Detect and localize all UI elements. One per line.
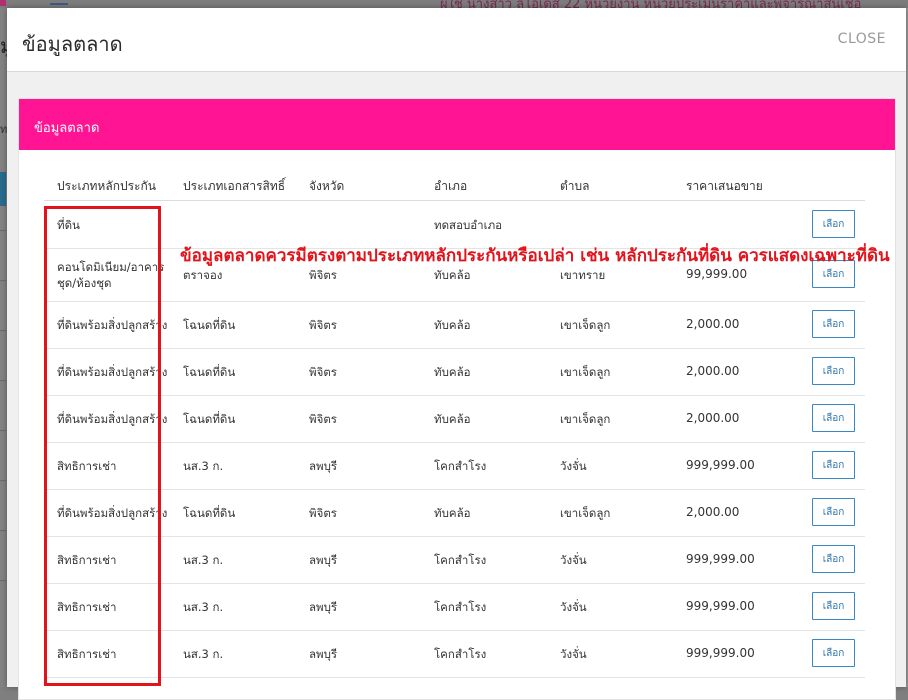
cell-subdistrict: เขาทราย xyxy=(560,268,606,282)
cell-offer-price: 2,000.00 xyxy=(686,364,740,378)
background-divider xyxy=(0,430,6,431)
cell-document-type: โฉนดที่ดิน xyxy=(183,506,236,520)
cell-district: ทดสอบอำเภอ xyxy=(434,218,503,232)
select-button[interactable]: เลือก xyxy=(812,639,855,667)
cell-offer-price: 999,999.00 xyxy=(686,458,755,472)
cell-document-type: นส.3 ก. xyxy=(183,600,224,614)
select-button[interactable]: เลือก xyxy=(812,592,855,620)
table-row: สิทธิการเช่า นส.3 ก. ลพบุรี โคกสำโรง วังจั่น… xyxy=(44,536,865,584)
card-header: ข้อมูลตลาด xyxy=(19,99,895,150)
table-row: สิทธิการเช่า นส.3 ก. ลพบุรี โคกสำโรง วังจั่น… xyxy=(44,630,865,678)
cell-offer-price: 2,000.00 xyxy=(686,411,740,425)
annotation-highlight-box xyxy=(44,206,161,686)
table-row: สิทธิการเช่า นส.3 ก. ลพบุรี โคกสำโรง วังจั่น… xyxy=(44,442,865,490)
column-header-province: จังหวัด xyxy=(309,179,345,193)
cell-province: พิจิตร xyxy=(309,365,337,379)
cell-document-type: นส.3 ก. xyxy=(183,553,224,567)
cell-province: พิจิตร xyxy=(309,506,337,520)
background-divider xyxy=(0,530,6,531)
table-row: ที่ดินพร้อมสิ่งปลูกสร้าง โฉนดที่ดิน พิจิตร… xyxy=(44,395,865,443)
table-row: ที่ดินพร้อมสิ่งปลูกสร้าง โฉนดที่ดิน พิจิตร… xyxy=(44,301,865,349)
cell-subdistrict: เขาเจ็ดลูก xyxy=(560,365,611,379)
background-divider xyxy=(0,480,6,481)
modal-header: ข้อมูลตลาด CLOSE xyxy=(7,8,906,72)
cell-district: โคกสำโรง xyxy=(434,553,487,567)
cell-subdistrict: วังจั่น xyxy=(560,553,587,567)
cell-subdistrict: เขาเจ็ดลูก xyxy=(560,506,611,520)
cell-document-type: โฉนดที่ดิน xyxy=(183,365,236,379)
cell-document-type: โฉนดที่ดิน xyxy=(183,318,236,332)
table-row: ที่ดินพร้อมสิ่งปลูกสร้าง โฉนดที่ดิน พิจิตร… xyxy=(44,348,865,396)
background-blue-bar xyxy=(0,172,6,206)
close-button[interactable]: CLOSE xyxy=(838,31,886,47)
select-button[interactable]: เลือก xyxy=(812,357,855,385)
cell-province: ลพบุรี xyxy=(309,647,338,661)
column-header-district: อำเภอ xyxy=(434,179,468,193)
cell-district: ทับคล้อ xyxy=(434,412,471,426)
select-button[interactable]: เลือก xyxy=(812,210,855,238)
select-button[interactable]: เลือก xyxy=(812,498,855,526)
cell-offer-price: 999,999.00 xyxy=(686,552,755,566)
select-button[interactable]: เลือก xyxy=(812,545,855,573)
cell-province: พิจิตร xyxy=(309,412,337,426)
annotation-text: ข้อมูลตลาดควรมีตรงตามประเภทหลักประกันหรื… xyxy=(180,246,890,266)
select-button[interactable]: เลือก xyxy=(812,404,855,432)
hamburger-menu-icon xyxy=(50,0,68,8)
cell-district: ทับคล้อ xyxy=(434,506,471,520)
cell-province: พิจิตร xyxy=(309,268,337,282)
cell-province: ลพบุรี xyxy=(309,553,338,567)
cell-offer-price: 999,999.00 xyxy=(686,599,755,613)
select-button[interactable]: เลือก xyxy=(812,310,855,338)
cell-province: ลพบุรี xyxy=(309,459,338,473)
cell-subdistrict: เขาเจ็ดลูก xyxy=(560,412,611,426)
cell-offer-price: 999,999.00 xyxy=(686,646,755,660)
cell-district: โคกสำโรง xyxy=(434,647,487,661)
background-divider xyxy=(0,580,6,581)
select-button[interactable]: เลือก xyxy=(812,451,855,479)
background-divider xyxy=(0,380,6,381)
cell-district: โคกสำโรง xyxy=(434,459,487,473)
background-header: ผู้ใช้ นางสาว ลิโอเดส 22 หน่วยงาน หน่วยป… xyxy=(0,0,908,12)
cell-district: โคกสำโรง xyxy=(434,600,487,614)
background-divider xyxy=(0,330,6,331)
cell-district: ทับคล้อ xyxy=(434,365,471,379)
cell-district: ทับคล้อ xyxy=(434,318,471,332)
cell-district: ทับคล้อ xyxy=(434,268,471,282)
background-divider xyxy=(0,230,6,231)
cell-document-type: นส.3 ก. xyxy=(183,647,224,661)
cell-subdistrict: วังจั่น xyxy=(560,647,587,661)
table-row: สิทธิการเช่า นส.3 ก. ลพบุรี โคกสำโรง วังจั่น… xyxy=(44,583,865,631)
cell-offer-price: 99,999.00 xyxy=(686,267,748,281)
cell-document-type: นส.3 ก. xyxy=(183,459,224,473)
modal-title: ข้อมูลตลาด xyxy=(22,32,123,56)
cell-province: ลพบุรี xyxy=(309,600,338,614)
column-header-offer-price: ราคาเสนอขาย xyxy=(686,179,763,193)
table-row: ที่ดินพร้อมสิ่งปลูกสร้าง โฉนดที่ดิน พิจิตร… xyxy=(44,489,865,537)
cell-offer-price: 2,000.00 xyxy=(686,317,740,331)
cell-subdistrict: วังจั่น xyxy=(560,459,587,473)
column-header-subdistrict: ตำบล xyxy=(560,179,590,193)
cell-document-type: โฉนดที่ดิน xyxy=(183,412,236,426)
column-header-collateral-type: ประเภทหลักประกัน xyxy=(57,179,156,193)
cell-document-type: ตราจอง xyxy=(183,268,223,282)
cell-subdistrict: วังจั่น xyxy=(560,600,587,614)
column-header-document-type: ประเภทเอกสารสิทธิ์ xyxy=(183,179,286,193)
cell-province: พิจิตร xyxy=(309,318,337,332)
cell-offer-price: 2,000.00 xyxy=(686,505,740,519)
cell-subdistrict: เขาเจ็ดลูก xyxy=(560,318,611,332)
background-divider xyxy=(0,280,6,281)
background-logo xyxy=(0,0,6,6)
card-title: ข้อมูลตลาด xyxy=(34,121,100,136)
